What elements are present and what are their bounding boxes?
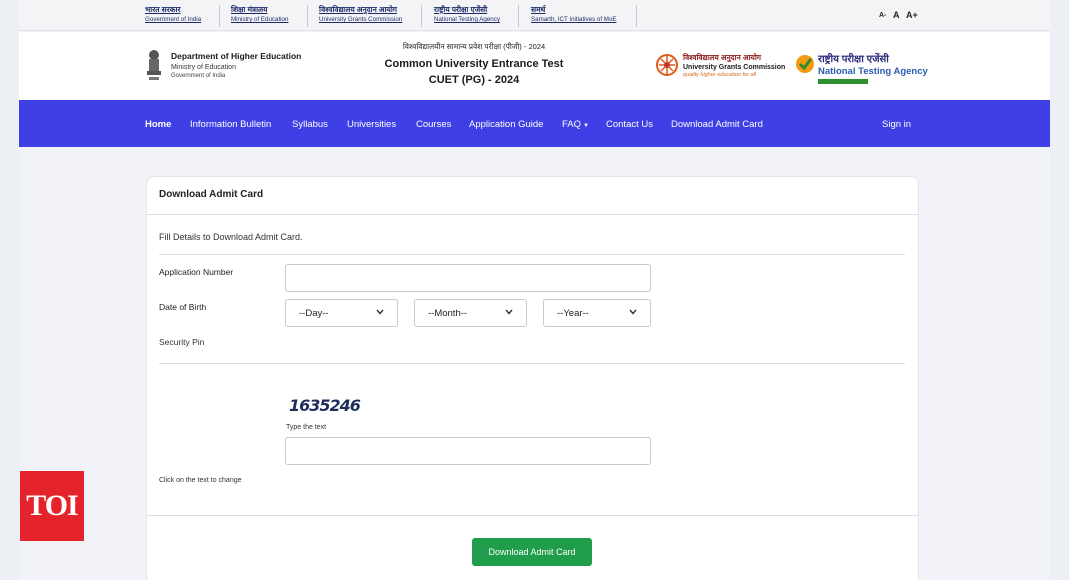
title-line1: Common University Entrance Test [384, 58, 564, 70]
national-emblem-icon [147, 50, 161, 80]
captcha-image[interactable]: 1635246 [289, 396, 361, 415]
title-line2: CUET (PG) - 2024 [428, 74, 520, 86]
divider [159, 254, 905, 255]
divider [159, 363, 905, 364]
separator [219, 5, 220, 27]
divider [146, 214, 919, 215]
top-link-english: Samarth, ICT Initiatives of MoE [531, 16, 617, 23]
divider [146, 515, 919, 516]
page-title: विश्वविद्यालयीन सामान्य प्रवेश परीक्षा (… [374, 42, 574, 86]
month-select[interactable]: --Month-- [414, 299, 527, 327]
card-title: Download Admit Card [159, 189, 264, 200]
day-select-value: --Day-- [299, 308, 329, 319]
application-number-label: Application Number [159, 267, 234, 277]
dob-label: Date of Birth [159, 302, 207, 312]
chevron-down-icon [629, 309, 637, 315]
nav-sign-in[interactable]: Sign in [882, 119, 911, 130]
nav-information-bulletin[interactable]: Information Bulletin [190, 119, 271, 130]
ugc-logo-icon [656, 54, 678, 76]
top-link-government-of-india[interactable]: भारत सरकार Government of India [145, 5, 201, 25]
top-link-nta[interactable]: राष्ट्रीय परीक्षा एजेंसी National Testin… [434, 5, 500, 25]
chevron-down-icon [505, 309, 513, 315]
month-select-value: --Month-- [428, 308, 468, 319]
chevron-down-icon [376, 309, 384, 315]
top-link-samarth[interactable]: समर्थ Samarth, ICT Initiatives of MoE [531, 5, 617, 25]
top-link-english: Ministry of Education [231, 16, 289, 23]
ugc-name: University Grants Commission [683, 64, 786, 71]
caret-down-icon: ▼ [583, 123, 589, 129]
top-link-hindi: राष्ट्रीय परीक्षा एजेंसी [434, 5, 488, 14]
captcha-input[interactable] [285, 437, 651, 465]
year-select[interactable]: --Year-- [543, 299, 651, 327]
government-name: Government of India [171, 73, 226, 79]
top-link-hindi: शिक्षा मंत्रालय [231, 5, 268, 14]
instructions-text: Fill Details to Download Admit Card. [159, 232, 303, 242]
nav-universities[interactable]: Universities [347, 119, 396, 130]
ugc-tagline: quality higher education for all [683, 72, 757, 78]
separator [307, 5, 308, 27]
nav-application-guide[interactable]: Application Guide [469, 119, 543, 130]
font-normal-button[interactable]: A [893, 10, 900, 20]
nav-contact-us[interactable]: Contact Us [606, 119, 653, 130]
nta-name: National Testing Agency [818, 66, 928, 77]
title-hindi: विश्वविद्यालयीन सामान्य प्रवेश परीक्षा (… [402, 42, 546, 51]
separator [636, 5, 637, 27]
application-number-input[interactable] [285, 264, 651, 292]
font-increase-button[interactable]: A+ [906, 10, 918, 20]
nav-faq[interactable]: FAQ ▼ [562, 119, 589, 130]
toi-watermark-logo: TOI [20, 471, 84, 541]
change-captcha-hint: Click on the text to change [159, 477, 242, 484]
nav-faq-label: FAQ [562, 119, 582, 130]
top-link-hindi: समर्थ [531, 5, 546, 14]
top-link-english: University Grants Commission [319, 16, 403, 23]
security-pin-label: Security Pin [159, 337, 205, 347]
download-admit-card-button[interactable]: Download Admit Card [472, 538, 592, 566]
top-link-hindi: भारत सरकार [145, 5, 181, 14]
nav-syllabus[interactable]: Syllabus [292, 119, 328, 130]
nav-download-admit-card[interactable]: Download Admit Card [671, 119, 763, 130]
ugc-block: विश्वविद्यालय अनुदान आयोग University Gra… [683, 53, 785, 78]
nta-bar [818, 79, 868, 84]
ministry-name: Ministry of Education [171, 64, 236, 71]
nav-home[interactable]: Home [145, 119, 171, 130]
separator [518, 5, 519, 27]
day-select[interactable]: --Day-- [285, 299, 398, 327]
nta-block: राष्ट्रीय परीक्षा एजेंसी National Testin… [818, 51, 928, 84]
dept-name: Department of Higher Education [171, 51, 302, 61]
top-link-ministry-of-education[interactable]: शिक्षा मंत्रालय Ministry of Education [231, 5, 288, 25]
separator [421, 5, 422, 27]
nav-courses[interactable]: Courses [416, 119, 451, 130]
dept-block: Department of Higher Education Ministry … [171, 51, 301, 79]
nta-logo-icon [796, 55, 814, 73]
top-link-hindi: विश्वविद्यालय अनुदान आयोग [319, 5, 398, 14]
top-link-ugc[interactable]: विश्वविद्यालय अनुदान आयोग University Gra… [319, 5, 402, 25]
year-select-value: --Year-- [557, 308, 589, 319]
type-text-label: Type the text [286, 424, 327, 431]
nta-hindi: राष्ट्रीय परीक्षा एजेंसी [818, 54, 889, 65]
ugc-hindi: विश्वविद्यालय अनुदान आयोग [683, 53, 762, 62]
top-link-english: National Testing Agency [434, 16, 500, 23]
top-link-english: Government of India [145, 16, 202, 23]
font-decrease-button[interactable]: A- [879, 12, 886, 19]
